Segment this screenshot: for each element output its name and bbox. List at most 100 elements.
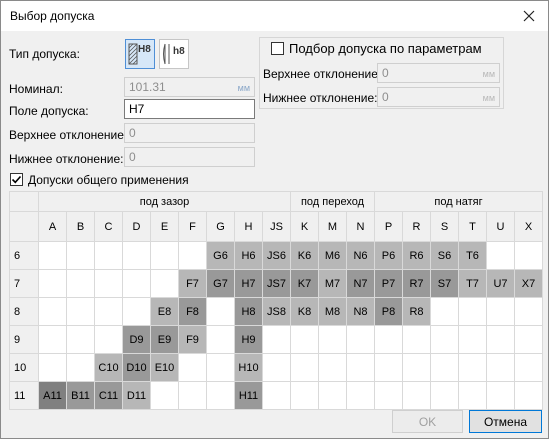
tolerance-field-input[interactable]: H7 bbox=[124, 99, 255, 119]
shaft-tolerance-button[interactable]: h8 bbox=[159, 39, 189, 69]
empty-cell bbox=[486, 325, 515, 354]
param-upper-field: 0 мм bbox=[377, 63, 500, 83]
tolerance-cell-f9[interactable]: F9 bbox=[178, 325, 207, 354]
grid-row-10: 10 C10 D10 E10 H10 bbox=[9, 353, 543, 382]
general-tolerances-checkbox[interactable] bbox=[10, 173, 23, 186]
empty-cell bbox=[318, 381, 347, 410]
lower-deviation-label: Нижнее отклонение: bbox=[9, 152, 124, 166]
tolerance-cell-s6[interactable]: S6 bbox=[430, 241, 459, 270]
empty-cell bbox=[486, 297, 515, 326]
tolerance-cell-js6[interactable]: JS6 bbox=[262, 241, 291, 270]
row-header-9: 9 bbox=[9, 325, 39, 354]
tolerance-cell-t6[interactable]: T6 bbox=[458, 241, 487, 270]
tolerance-cell-p6[interactable]: P6 bbox=[374, 241, 403, 270]
group-transition: под переход bbox=[290, 191, 375, 212]
tolerance-cell-p7[interactable]: P7 bbox=[374, 269, 403, 298]
tolerance-cell-h7[interactable]: H7 bbox=[234, 269, 263, 298]
empty-cell bbox=[430, 325, 459, 354]
cancel-button[interactable]: Отмена bbox=[469, 410, 542, 433]
hole-tolerance-button[interactable]: H8 bbox=[125, 39, 155, 69]
empty-cell bbox=[430, 381, 459, 410]
column-header-b: B bbox=[66, 211, 95, 242]
empty-cell bbox=[514, 325, 543, 354]
tolerance-cell-g7[interactable]: G7 bbox=[206, 269, 235, 298]
tolerance-cell-f7[interactable]: F7 bbox=[178, 269, 207, 298]
tolerance-grid: под зазор под переход под натяг ABCDEFGH… bbox=[9, 191, 543, 410]
tolerance-cell-m7[interactable]: M7 bbox=[318, 269, 347, 298]
empty-cell bbox=[38, 325, 67, 354]
empty-cell bbox=[38, 269, 67, 298]
empty-cell bbox=[94, 241, 123, 270]
tolerance-cell-n7[interactable]: N7 bbox=[346, 269, 375, 298]
tolerance-cell-d10[interactable]: D10 bbox=[122, 353, 151, 382]
tolerance-cell-k8[interactable]: K8 bbox=[290, 297, 319, 326]
param-upper-value: 0 bbox=[382, 66, 389, 80]
tolerance-cell-k7[interactable]: K7 bbox=[290, 269, 319, 298]
tolerance-cell-e10[interactable]: E10 bbox=[150, 353, 179, 382]
grid-corner-2 bbox=[9, 211, 39, 242]
param-lower-value: 0 bbox=[382, 90, 389, 104]
empty-cell bbox=[486, 241, 515, 270]
column-header-t: T bbox=[458, 211, 487, 242]
row-header-10: 10 bbox=[9, 353, 39, 382]
empty-cell bbox=[346, 353, 375, 382]
tolerance-cell-d11[interactable]: D11 bbox=[122, 381, 151, 410]
grid-row-11: 11 A11 B11 C11 D11 H11 bbox=[9, 381, 543, 410]
tolerance-cell-h9[interactable]: H9 bbox=[234, 325, 263, 354]
tolerance-cell-p8[interactable]: P8 bbox=[374, 297, 403, 326]
ok-button[interactable]: OK bbox=[392, 410, 463, 433]
tolerance-cell-t7[interactable]: T7 bbox=[458, 269, 487, 298]
tolerance-cell-u7[interactable]: U7 bbox=[486, 269, 515, 298]
tolerance-cell-n8[interactable]: N8 bbox=[346, 297, 375, 326]
close-icon[interactable] bbox=[518, 5, 540, 27]
column-header-a: A bbox=[38, 211, 67, 242]
nominal-unit: мм bbox=[237, 83, 250, 93]
tolerance-cell-n6[interactable]: N6 bbox=[346, 241, 375, 270]
tolerance-cell-js8[interactable]: JS8 bbox=[262, 297, 291, 326]
empty-cell bbox=[374, 381, 403, 410]
empty-cell bbox=[514, 381, 543, 410]
tolerance-cell-d9[interactable]: D9 bbox=[122, 325, 151, 354]
tolerance-cell-s7[interactable]: S7 bbox=[430, 269, 459, 298]
tolerance-cell-m8[interactable]: M8 bbox=[318, 297, 347, 326]
empty-cell bbox=[150, 269, 179, 298]
parameter-selection-checkbox[interactable] bbox=[271, 42, 284, 55]
column-header-s: S bbox=[430, 211, 459, 242]
tolerance-cell-e9[interactable]: E9 bbox=[150, 325, 179, 354]
empty-cell bbox=[346, 381, 375, 410]
tolerance-cell-b11[interactable]: B11 bbox=[66, 381, 95, 410]
nominal-value: 101.31 bbox=[129, 80, 166, 94]
tolerance-cell-c11[interactable]: C11 bbox=[94, 381, 123, 410]
tolerance-cell-r8[interactable]: R8 bbox=[402, 297, 431, 326]
column-header-k: K bbox=[290, 211, 319, 242]
tolerance-cell-a11[interactable]: A11 bbox=[38, 381, 67, 410]
tolerance-cell-r6[interactable]: R6 bbox=[402, 241, 431, 270]
tolerance-cell-c10[interactable]: C10 bbox=[94, 353, 123, 382]
tolerance-cell-h11[interactable]: H11 bbox=[234, 381, 263, 410]
tolerance-cell-h10[interactable]: H10 bbox=[234, 353, 263, 382]
grid-row-8: 8 E8 F8 H8 JS8 K8 M8 N8 P8 R8 bbox=[9, 297, 543, 326]
tolerance-cell-g6[interactable]: G6 bbox=[206, 241, 235, 270]
empty-cell bbox=[66, 269, 95, 298]
empty-cell bbox=[290, 325, 319, 354]
tolerance-cell-e8[interactable]: E8 bbox=[150, 297, 179, 326]
tolerance-cell-r7[interactable]: R7 bbox=[402, 269, 431, 298]
empty-cell bbox=[262, 381, 291, 410]
tolerance-cell-x7[interactable]: X7 bbox=[514, 269, 543, 298]
empty-cell bbox=[458, 325, 487, 354]
tolerance-cell-m6[interactable]: M6 bbox=[318, 241, 347, 270]
tolerance-cell-h8[interactable]: H8 bbox=[234, 297, 263, 326]
tolerance-cell-k6[interactable]: K6 bbox=[290, 241, 319, 270]
empty-cell bbox=[122, 241, 151, 270]
column-header-u: U bbox=[486, 211, 515, 242]
empty-cell bbox=[150, 381, 179, 410]
column-header-p: P bbox=[374, 211, 403, 242]
row-header-8: 8 bbox=[9, 297, 39, 326]
empty-cell bbox=[486, 353, 515, 382]
tolerance-cell-js7[interactable]: JS7 bbox=[262, 269, 291, 298]
empty-cell bbox=[122, 269, 151, 298]
empty-cell bbox=[66, 353, 95, 382]
tolerance-cell-h6[interactable]: H6 bbox=[234, 241, 263, 270]
empty-cell bbox=[178, 381, 207, 410]
tolerance-cell-f8[interactable]: F8 bbox=[178, 297, 207, 326]
